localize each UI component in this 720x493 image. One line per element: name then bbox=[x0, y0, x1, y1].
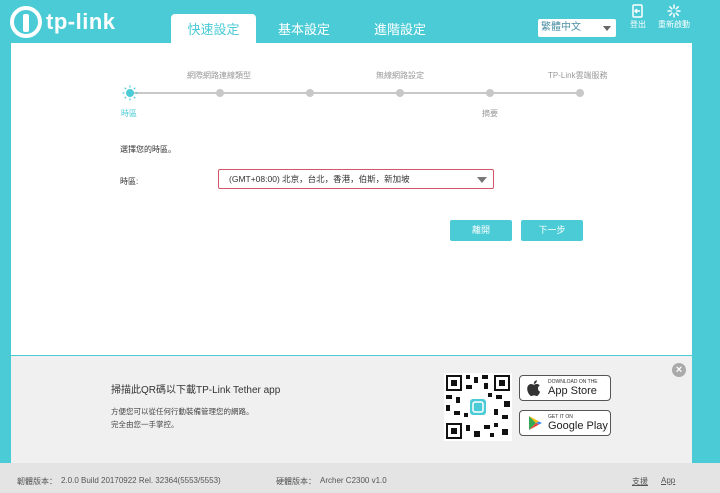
step-label-timezone: 時區 bbox=[121, 109, 137, 118]
google-play-icon bbox=[529, 416, 542, 430]
timezone-label: 時區: bbox=[120, 177, 139, 186]
google-play-button[interactable]: GET IT ON Google Play bbox=[519, 410, 611, 436]
timezone-select[interactable]: (GMT+08:00) 北京，台北，香港，伯斯，新加坡 bbox=[218, 169, 494, 189]
current-step-icon bbox=[122, 85, 138, 101]
tp-link-logo: tp-link bbox=[10, 6, 116, 38]
main-tabs: 快速設定 基本設定 進階設定 bbox=[171, 14, 448, 43]
language-value: 繁體中文 bbox=[541, 22, 581, 33]
app-store-text: App Store bbox=[548, 385, 597, 397]
step-label-internet: 網際網路連線類型 bbox=[187, 71, 251, 80]
hardware-version: Archer C2300 v1.0 bbox=[320, 476, 387, 485]
hardware-label: 硬體版本： bbox=[276, 477, 316, 486]
language-select[interactable]: 繁體中文 bbox=[538, 19, 616, 37]
app-store-button[interactable]: DOWNLOAD ON THE App Store bbox=[519, 375, 611, 401]
timezone-value: (GMT+08:00) 北京，台北，香港，伯斯，新加坡 bbox=[229, 174, 410, 184]
tab-advanced[interactable]: 進階設定 bbox=[352, 14, 448, 43]
banner-text-2: 完全由您一手掌控。 bbox=[111, 420, 179, 429]
chevron-down-icon bbox=[603, 26, 611, 31]
logout-label: 登出 bbox=[630, 20, 646, 29]
qr-code-icon bbox=[444, 373, 512, 441]
apple-icon bbox=[527, 380, 541, 396]
footer: 韌體版本： 2.0.0 Build 20170922 Rel. 32364(55… bbox=[0, 463, 720, 493]
support-link[interactable]: 支援 bbox=[632, 476, 648, 487]
step-label-summary: 摘要 bbox=[482, 109, 498, 118]
tab-basic[interactable]: 基本設定 bbox=[256, 14, 352, 43]
google-play-text: Google Play bbox=[548, 420, 608, 432]
tab-quick-setup[interactable]: 快速設定 bbox=[171, 14, 256, 43]
reboot-icon bbox=[667, 4, 681, 18]
firmware-label: 韌體版本： bbox=[17, 477, 57, 486]
logo-text: tp-link bbox=[46, 9, 116, 34]
quick-setup-panel bbox=[11, 43, 692, 355]
step-dot-2 bbox=[216, 89, 224, 97]
reboot-label: 重新啟動 bbox=[658, 20, 690, 29]
tp-link-logo-icon bbox=[10, 6, 42, 38]
reboot-button[interactable]: 重新啟動 bbox=[658, 4, 690, 30]
step-dot-6 bbox=[576, 89, 584, 97]
step-dot-3 bbox=[306, 89, 314, 97]
banner-text-1: 方便您可以從任何行動裝備管理您的網路。 bbox=[111, 407, 254, 416]
chevron-down-icon bbox=[477, 177, 487, 183]
step-label-cloud: TP-Link雲端服務 bbox=[548, 71, 608, 80]
step-dot-5 bbox=[486, 89, 494, 97]
firmware-version: 2.0.0 Build 20170922 Rel. 32364(5553/555… bbox=[61, 476, 221, 485]
step-dot-4 bbox=[396, 89, 404, 97]
app-link[interactable]: App bbox=[661, 476, 675, 485]
step-label-wireless: 無線網路設定 bbox=[376, 71, 424, 80]
close-banner-icon[interactable]: × bbox=[672, 363, 686, 377]
exit-button[interactable]: 離開 bbox=[450, 220, 512, 241]
banner-title: 掃描此QR碼以下載TP-Link Tether app bbox=[111, 385, 281, 396]
next-button[interactable]: 下一步 bbox=[521, 220, 583, 241]
timezone-prompt: 選擇您的時區。 bbox=[120, 145, 176, 154]
logout-button[interactable]: 登出 bbox=[622, 4, 654, 30]
wizard-progress-track bbox=[130, 92, 580, 94]
logout-icon bbox=[632, 4, 643, 18]
